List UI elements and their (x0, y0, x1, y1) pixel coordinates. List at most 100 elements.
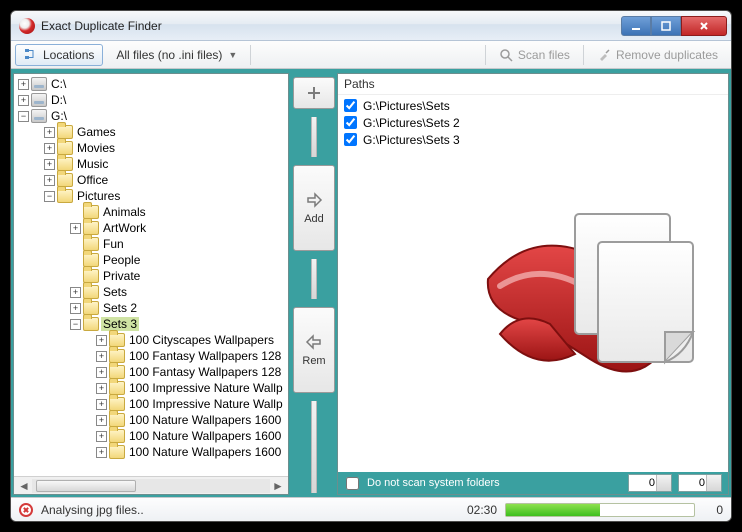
folder-node[interactable]: People (14, 252, 288, 268)
folder-node[interactable]: Private (14, 268, 288, 284)
drive-icon (31, 77, 47, 91)
noscan-checkbox[interactable] (346, 477, 359, 490)
splitter-handle[interactable] (311, 259, 317, 299)
chevron-up-icon[interactable]: ▲ (661, 476, 668, 483)
expand-icon[interactable]: + (96, 367, 107, 378)
expand-icon[interactable]: + (96, 383, 107, 394)
expand-icon[interactable]: + (44, 159, 55, 170)
expand-icon[interactable]: + (44, 175, 55, 186)
remove-button[interactable]: Rem (293, 307, 335, 393)
folder-node[interactable]: + Sets (14, 284, 288, 300)
folder-icon (57, 141, 73, 155)
collapse-icon[interactable]: − (44, 191, 55, 202)
scroll-right-icon[interactable]: ► (270, 479, 286, 493)
expand-icon[interactable]: + (96, 447, 107, 458)
folder-tree[interactable]: + C:\ + D:\ − G:\ + Ga (14, 74, 288, 476)
collapse-icon[interactable]: − (18, 111, 29, 122)
expand-icon[interactable]: + (18, 79, 29, 90)
drive-icon (31, 109, 47, 123)
expand-icon[interactable]: + (96, 335, 107, 346)
expand-icon[interactable]: + (18, 95, 29, 106)
folder-node[interactable]: Fun (14, 236, 288, 252)
progress-count: 0 (703, 503, 723, 517)
remove-duplicates-button[interactable]: Remove duplicates (588, 44, 727, 66)
close-button[interactable] (681, 16, 727, 36)
collapse-icon[interactable]: − (70, 319, 81, 330)
drive-node[interactable]: − G:\ (14, 108, 288, 124)
path-row[interactable]: G:\Pictures\Sets 2 (342, 114, 724, 131)
folder-node[interactable]: + 100 Nature Wallpapers 1600 (14, 412, 288, 428)
folder-node[interactable]: + 100 Cityscapes Wallpapers (14, 332, 288, 348)
titlebar: Exact Duplicate Finder (11, 11, 731, 41)
horizontal-scrollbar[interactable]: ◄ ► (14, 476, 288, 494)
folder-node[interactable]: − Pictures (14, 188, 288, 204)
app-title: Exact Duplicate Finder (41, 19, 162, 33)
folder-node[interactable]: + Sets 2 (14, 300, 288, 316)
spin-2[interactable]: 0 ▲ ▼ (678, 474, 722, 492)
folder-node[interactable]: + ArtWork (14, 220, 288, 236)
folder-node[interactable]: + 100 Impressive Nature Wallp (14, 380, 288, 396)
folder-node[interactable]: + Games (14, 124, 288, 140)
stop-icon[interactable] (19, 503, 33, 517)
app-window: Exact Duplicate Finder Locations All fil… (10, 10, 732, 522)
folder-icon (83, 253, 99, 267)
folder-node[interactable]: + 100 Nature Wallpapers 1600 (14, 444, 288, 460)
path-checkbox[interactable] (344, 133, 357, 146)
splitter-handle[interactable] (311, 117, 317, 157)
scroll-track[interactable] (32, 479, 270, 493)
folder-node[interactable]: + 100 Impressive Nature Wallp (14, 396, 288, 412)
broom-icon (597, 48, 611, 62)
expand-icon[interactable]: + (70, 223, 81, 234)
drive-node[interactable]: + D:\ (14, 92, 288, 108)
add-button[interactable]: Add (293, 165, 335, 251)
path-row[interactable]: G:\Pictures\Sets (342, 97, 724, 114)
locations-button[interactable]: Locations (15, 44, 103, 66)
folder-node[interactable]: + Office (14, 172, 288, 188)
chevron-down-icon[interactable]: ▼ (661, 484, 668, 491)
folder-node[interactable]: + 100 Nature Wallpapers 1600 (14, 428, 288, 444)
folder-node[interactable]: + 100 Fantasy Wallpapers 128 (14, 364, 288, 380)
chevron-down-icon[interactable]: ▼ (711, 484, 718, 491)
expand-icon[interactable]: + (70, 303, 81, 314)
splitter-handle[interactable] (311, 401, 317, 493)
spin-1-value: 0 (649, 477, 655, 489)
folder-icon (109, 381, 125, 395)
path-text: G:\Pictures\Sets 3 (363, 133, 460, 147)
path-row[interactable]: G:\Pictures\Sets 3 (342, 131, 724, 148)
expand-icon[interactable]: + (70, 287, 81, 298)
app-icon (19, 18, 35, 34)
filefilter-button[interactable]: All files (no .ini files) ▼ (107, 44, 246, 66)
folder-label: Office (75, 173, 110, 187)
plus-button[interactable] (293, 77, 335, 109)
scan-files-button[interactable]: Scan files (490, 44, 579, 66)
expand-icon[interactable]: + (44, 143, 55, 154)
maximize-button[interactable] (651, 16, 681, 36)
expand-icon[interactable]: + (96, 431, 107, 442)
path-checkbox[interactable] (344, 99, 357, 112)
scroll-left-icon[interactable]: ◄ (16, 479, 32, 493)
expand-icon[interactable]: + (44, 127, 55, 138)
folder-node[interactable]: Animals (14, 204, 288, 220)
folder-node[interactable]: + Movies (14, 140, 288, 156)
folder-node-selected[interactable]: − Sets 3 (14, 316, 288, 332)
noscan-label: Do not scan system folders (367, 477, 500, 489)
folder-label: Sets 3 (101, 317, 139, 331)
path-checkbox[interactable] (344, 116, 357, 129)
expand-spacer (70, 207, 81, 218)
drive-label: G:\ (49, 109, 69, 123)
folder-node[interactable]: + Music (14, 156, 288, 172)
minimize-button[interactable] (621, 16, 651, 36)
rem-label: Rem (302, 355, 325, 367)
folder-label: Music (75, 157, 110, 171)
folder-label: Sets (101, 285, 129, 299)
expand-icon[interactable]: + (96, 415, 107, 426)
chevron-up-icon[interactable]: ▲ (711, 476, 718, 483)
spin-1[interactable]: 0 ▲ ▼ (628, 474, 672, 492)
folder-label: ArtWork (101, 221, 148, 235)
expand-icon[interactable]: + (96, 399, 107, 410)
drive-node[interactable]: + C:\ (14, 76, 288, 92)
chevron-down-icon: ▼ (228, 50, 237, 60)
folder-node[interactable]: + 100 Fantasy Wallpapers 128 (14, 348, 288, 364)
expand-icon[interactable]: + (96, 351, 107, 362)
scroll-thumb[interactable] (36, 480, 136, 492)
